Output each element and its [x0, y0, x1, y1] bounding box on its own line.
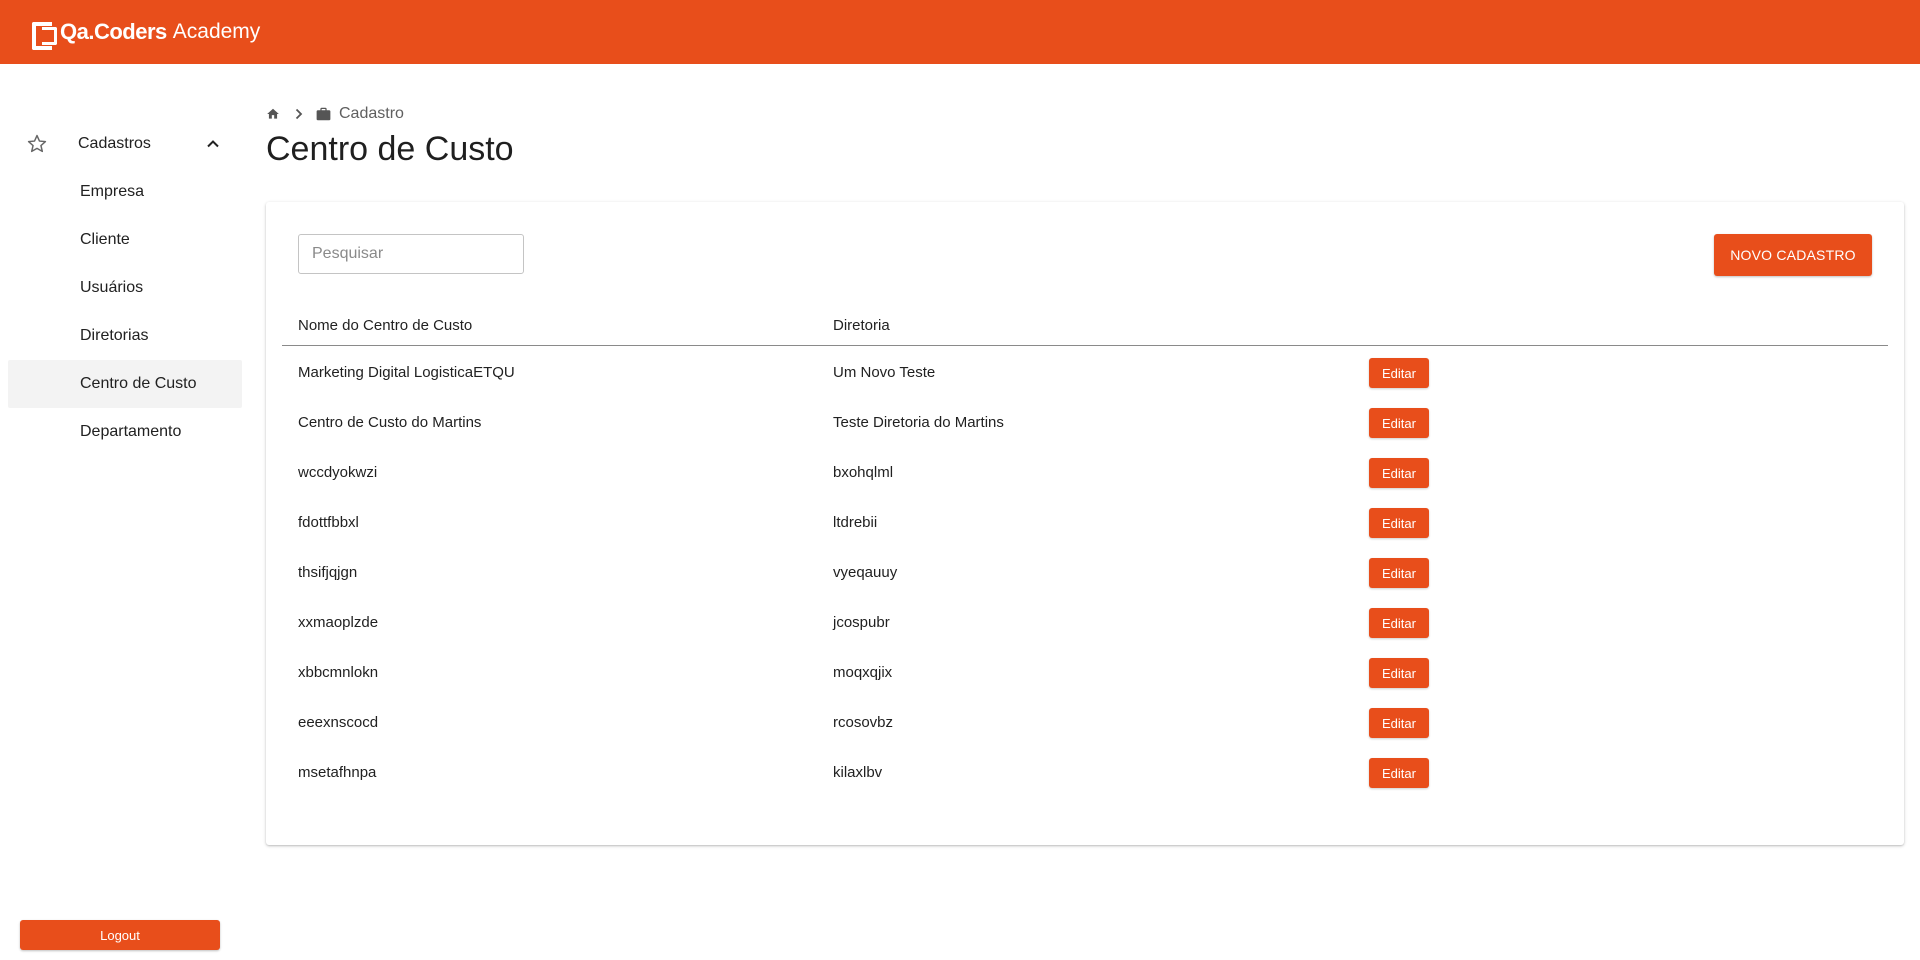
cell-name: xxmaoplzde — [298, 614, 379, 631]
cell-diretoria: moqxqjix — [833, 664, 893, 681]
cell-name: msetafhnpa — [298, 764, 377, 781]
cell-name: Centro de Custo do Martins — [298, 414, 482, 431]
sidebar-item-cliente[interactable]: Cliente — [8, 216, 242, 264]
table-row: eeexnscocd rcosovbz Editar — [282, 697, 1888, 747]
cell-name: wccdyokwzi — [298, 464, 378, 481]
table-row: xbbcmnlokn moqxqjix Editar — [282, 647, 1888, 697]
new-record-button[interactable]: NOVO CADASTRO — [1714, 234, 1872, 276]
edit-button[interactable]: Editar — [1369, 758, 1429, 788]
cell-diretoria: Um Novo Teste — [833, 364, 936, 381]
table-row: wccdyokwzi bxohqlml Editar — [282, 447, 1888, 497]
content-card: NOVO CADASTRO Nome do Centro de Custo Di… — [266, 202, 1904, 845]
edit-button[interactable]: Editar — [1369, 508, 1429, 538]
chevron-up-icon — [207, 140, 219, 148]
table-row: msetafhnpa kilaxlbv Editar — [282, 747, 1888, 797]
cell-diretoria: rcosovbz — [833, 714, 894, 731]
brand-logo[interactable]: Qa.Coders Academy — [32, 19, 261, 50]
sidebar-item-label: Diretorias — [80, 327, 149, 344]
brand-name: Qa.Coders — [60, 19, 167, 44]
table-row: Centro de Custo do Martins Teste Diretor… — [282, 397, 1888, 447]
sidebar-item-centro-de-custo[interactable]: Centro de Custo — [8, 360, 242, 408]
edit-button[interactable]: Editar — [1369, 358, 1429, 388]
cell-diretoria: vyeqauuy — [833, 564, 898, 581]
cell-diretoria: jcospubr — [833, 614, 890, 631]
brand-suffix: Academy — [172, 20, 261, 43]
sidebar-item-label: Usuários — [80, 279, 144, 296]
briefcase-icon — [316, 107, 331, 121]
cell-diretoria: Teste Diretoria do Martins — [833, 414, 1004, 431]
edit-button[interactable]: Editar — [1369, 458, 1429, 488]
sidebar-item-diretorias[interactable]: Diretorias — [8, 312, 242, 360]
logout-button[interactable]: Logout — [20, 920, 220, 950]
column-header-name: Nome do Centro de Custo — [298, 317, 473, 334]
cell-name: fdottfbbxl — [298, 514, 359, 531]
table-row: thsifjqjgn vyeqauuy Editar — [282, 547, 1888, 597]
star-outline-icon — [27, 134, 47, 153]
sidebar-item-departamento[interactable]: Departamento — [8, 408, 242, 456]
table-row: fdottfbbxl ltdrebii Editar — [282, 497, 1888, 547]
edit-button[interactable]: Editar — [1369, 608, 1429, 638]
chevron-right-icon — [295, 108, 303, 120]
sidebar-item-label: Empresa — [80, 183, 145, 200]
sidebar-group-cadastros[interactable]: Cadastros — [8, 120, 242, 168]
app-bar: Qa.Coders Academy — [0, 0, 1920, 64]
search-input[interactable] — [298, 234, 524, 274]
edit-button[interactable]: Editar — [1369, 708, 1429, 738]
table-row: xxmaoplzde jcospubr Editar — [282, 597, 1888, 647]
table-body: Marketing Digital LogisticaETQU Um Novo … — [282, 347, 1888, 797]
sidebar-group-label: Cadastros — [78, 135, 151, 152]
table-row: Marketing Digital LogisticaETQU Um Novo … — [282, 347, 1888, 397]
home-icon[interactable] — [266, 107, 280, 121]
cell-name: xbbcmnlokn — [298, 664, 379, 681]
cell-name: Marketing Digital LogisticaETQU — [298, 364, 515, 381]
cell-name: eeexnscocd — [298, 714, 379, 731]
column-header-diretoria: Diretoria — [833, 317, 890, 334]
cell-diretoria: ltdrebii — [833, 514, 878, 531]
edit-button[interactable]: Editar — [1369, 558, 1429, 588]
brand-mark-icon — [32, 22, 57, 50]
table-header: Nome do Centro de Custo Diretoria — [282, 302, 1888, 346]
cell-name: thsifjqjgn — [298, 564, 358, 581]
breadcrumb: Cadastro — [266, 104, 404, 124]
edit-button[interactable]: Editar — [1369, 408, 1429, 438]
sidebar: Cadastros Empresa Cliente Usuários Diret… — [0, 64, 250, 960]
sidebar-item-label: Departamento — [80, 423, 182, 440]
sidebar-item-label: Centro de Custo — [80, 375, 197, 392]
breadcrumb-label[interactable]: Cadastro — [339, 105, 404, 123]
cell-diretoria: bxohqlml — [833, 464, 894, 481]
cell-diretoria: kilaxlbv — [833, 764, 883, 781]
sidebar-item-usuarios[interactable]: Usuários — [8, 264, 242, 312]
sidebar-item-label: Cliente — [80, 231, 130, 248]
page-title: Centro de Custo — [266, 130, 514, 168]
sidebar-item-empresa[interactable]: Empresa — [8, 168, 242, 216]
edit-button[interactable]: Editar — [1369, 658, 1429, 688]
